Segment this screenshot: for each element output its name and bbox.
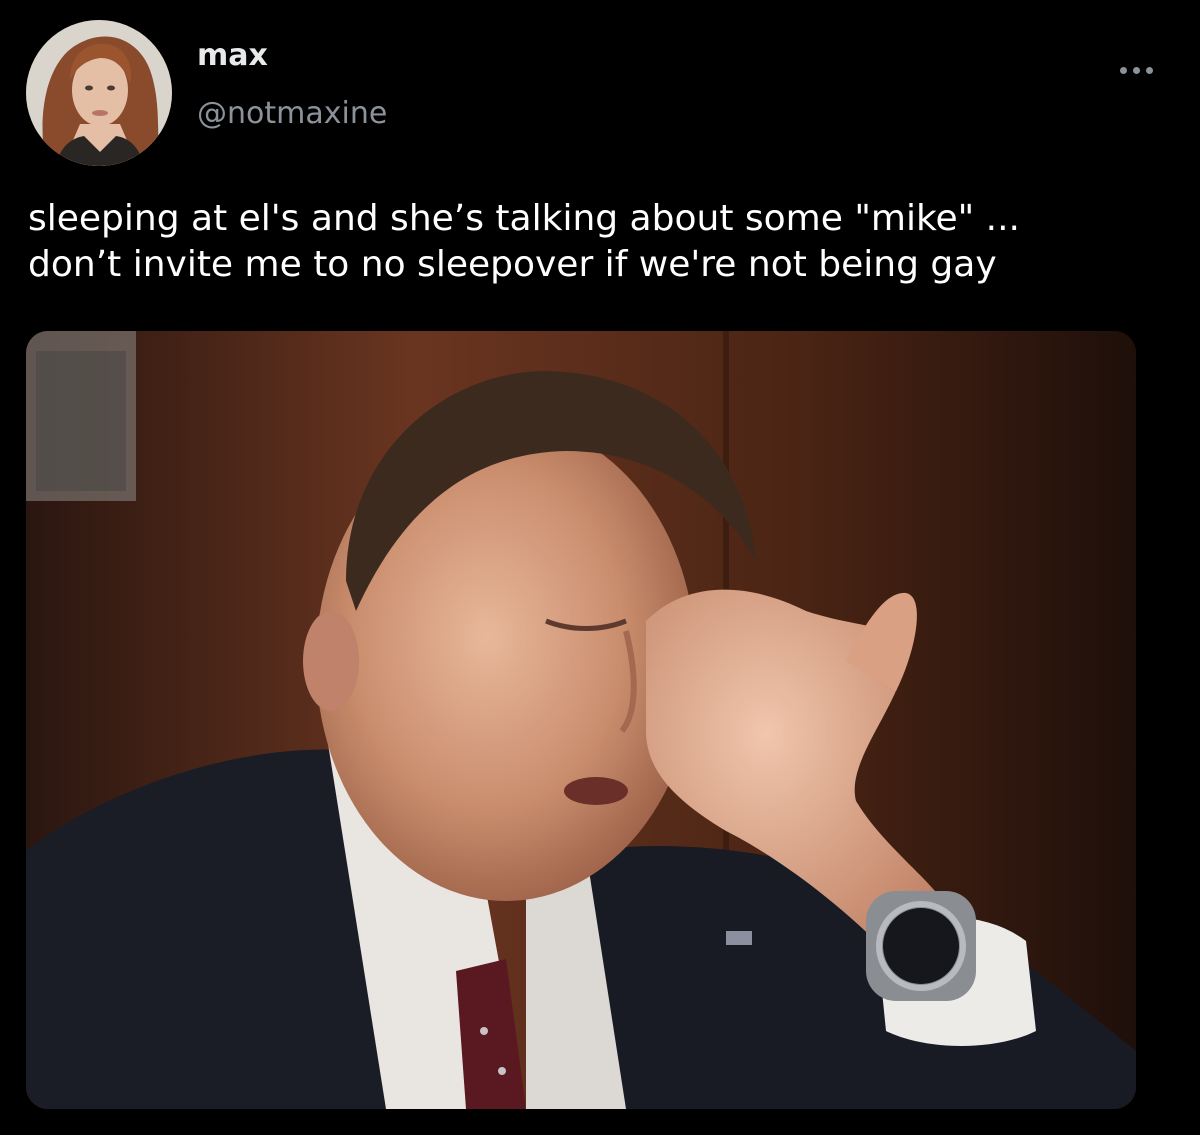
tweet-media-photo[interactable]: [26, 331, 1136, 1109]
more-options-button[interactable]: [1108, 56, 1164, 84]
ellipsis-icon: [1119, 66, 1127, 74]
tweet: max @notmaxine sleeping at el's and she’…: [0, 0, 1200, 1135]
ellipsis-icon: [1145, 66, 1153, 74]
tweet-text: sleeping at el's and she’s talking about…: [28, 196, 1178, 288]
user-handle[interactable]: @notmaxine: [197, 96, 387, 132]
tweet-text-line: sleeping at el's and she’s talking about…: [28, 198, 1020, 239]
avatar[interactable]: [26, 20, 172, 166]
display-name[interactable]: max: [197, 38, 268, 74]
ellipsis-icon: [1132, 66, 1140, 74]
photo-image: [26, 331, 1136, 1109]
avatar-image: [26, 20, 172, 166]
tweet-text-line: don’t invite me to no sleepover if we're…: [28, 244, 997, 285]
